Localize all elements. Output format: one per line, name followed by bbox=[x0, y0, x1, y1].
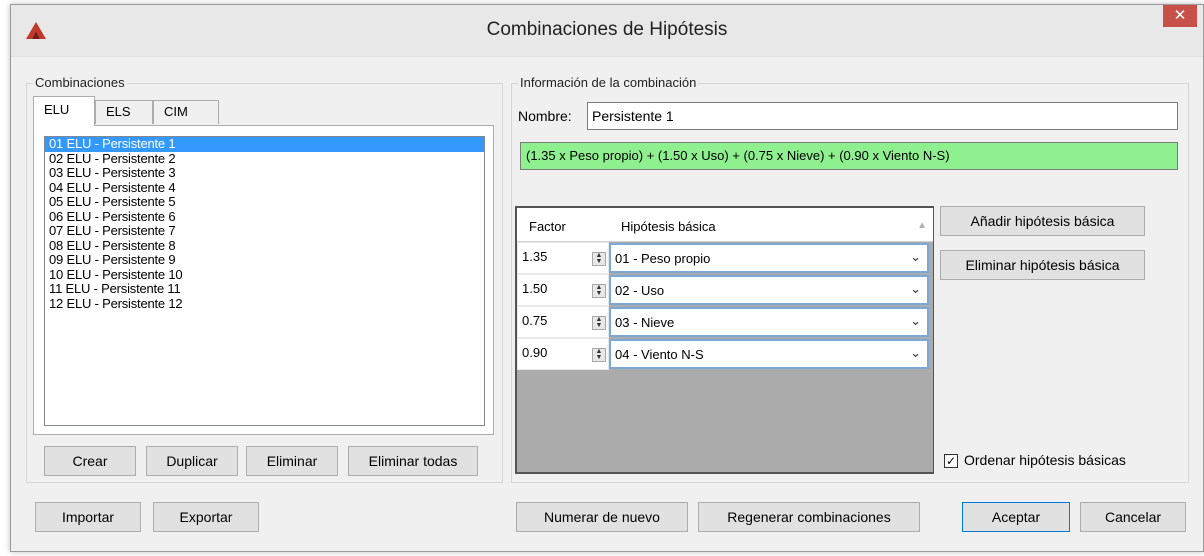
info-group-label: Información de la combinación bbox=[518, 75, 699, 90]
list-item[interactable]: 01 ELU - Persistente 1 bbox=[45, 137, 484, 152]
factor-cell[interactable]: 1.35 ▲ ▼ bbox=[517, 242, 609, 274]
list-item[interactable]: 04 ELU - Persistente 4 bbox=[45, 180, 484, 196]
spinner-icon[interactable]: ▲ ▼ bbox=[592, 316, 606, 330]
chevron-down-icon[interactable]: ⌄ bbox=[910, 249, 921, 265]
list-item[interactable]: 07 ELU - Persistente 7 bbox=[45, 224, 484, 239]
grid-header: Factor Hipótesis básica ▲ bbox=[517, 208, 933, 242]
factor-value[interactable]: 0.90 bbox=[522, 345, 547, 360]
eliminar-button[interactable]: Eliminar bbox=[246, 446, 338, 476]
combinaciones-group-label: Combinaciones bbox=[33, 75, 127, 90]
factor-cell[interactable]: 1.50 ▲ ▼ bbox=[517, 274, 609, 306]
list-item[interactable]: 10 ELU - Persistente 10 bbox=[45, 267, 484, 283]
list-item[interactable]: 03 ELU - Persistente 3 bbox=[45, 166, 484, 181]
title-bar: Combinaciones de Hipótesis ✕ bbox=[11, 5, 1203, 57]
list-item[interactable]: 11 ELU - Persistente 11 bbox=[45, 282, 484, 297]
grid-row: 1.35 ▲ ▼ 01 - Peso propio ⌄ bbox=[517, 242, 933, 274]
window-title: Combinaciones de Hipótesis bbox=[486, 19, 728, 40]
eliminar-todas-button[interactable]: Eliminar todas bbox=[348, 446, 478, 476]
check-icon: ✓ bbox=[945, 454, 957, 468]
hipotesis-value: 01 - Peso propio bbox=[615, 251, 711, 266]
list-item[interactable]: 08 ELU - Persistente 8 bbox=[45, 238, 484, 254]
chevron-down-icon[interactable]: ⌄ bbox=[910, 313, 921, 329]
list-item[interactable]: 02 ELU - Persistente 2 bbox=[45, 151, 484, 167]
factor-cell[interactable]: 0.90 ▲ ▼ bbox=[517, 338, 609, 370]
hipotesis-dropdown[interactable]: 01 - Peso propio ⌄ bbox=[609, 243, 929, 273]
tab-elu[interactable]: ELU bbox=[33, 96, 95, 126]
hipotesis-value: 03 - Nieve bbox=[615, 315, 675, 330]
hipotesis-dropdown[interactable]: 04 - Viento N-S ⌄ bbox=[609, 339, 929, 369]
list-item[interactable]: 05 ELU - Persistente 5 bbox=[45, 195, 484, 210]
duplicar-button[interactable]: Duplicar bbox=[146, 446, 238, 476]
factor-cell[interactable]: 0.75 ▲ ▼ bbox=[517, 306, 609, 338]
crear-button[interactable]: Crear bbox=[44, 446, 136, 476]
aceptar-button[interactable]: Aceptar bbox=[962, 502, 1070, 532]
hipotesis-value: 02 - Uso bbox=[615, 283, 665, 298]
ordenar-checkbox[interactable]: ✓ bbox=[944, 454, 958, 468]
spinner-icon[interactable]: ▲ ▼ bbox=[592, 284, 606, 298]
col-header-hipotesis[interactable]: Hipótesis básica bbox=[621, 219, 716, 234]
factor-value[interactable]: 0.75 bbox=[522, 313, 547, 328]
sort-up-icon: ▲ bbox=[917, 220, 927, 231]
ordenar-checkbox-label[interactable]: Ordenar hipótesis básicas bbox=[964, 452, 1126, 468]
formula-display: (1.35 x Peso propio) + (1.50 x Uso) + (0… bbox=[520, 142, 1178, 170]
grid-row: 0.75 ▲ ▼ 03 - Nieve ⌄ bbox=[517, 306, 933, 338]
hipotesis-value: 04 - Viento N-S bbox=[615, 347, 704, 362]
exportar-button[interactable]: Exportar bbox=[153, 502, 259, 532]
chevron-down-icon[interactable]: ⌄ bbox=[910, 345, 921, 361]
anadir-hipotesis-button[interactable]: Añadir hipótesis básica bbox=[940, 206, 1145, 236]
close-button[interactable]: ✕ bbox=[1163, 5, 1197, 27]
list-item[interactable]: 06 ELU - Persistente 6 bbox=[45, 209, 484, 225]
spinner-icon[interactable]: ▲ ▼ bbox=[592, 348, 606, 362]
tab-cim[interactable]: CIM bbox=[153, 100, 219, 124]
hipotesis-dropdown[interactable]: 03 - Nieve ⌄ bbox=[609, 307, 929, 337]
col-header-factor[interactable]: Factor bbox=[529, 219, 566, 234]
importar-button[interactable]: Importar bbox=[35, 502, 141, 532]
grid-row: 0.90 ▲ ▼ 04 - Viento N-S ⌄ bbox=[517, 338, 933, 370]
hipotesis-dropdown[interactable]: 02 - Uso ⌄ bbox=[609, 275, 929, 305]
factor-value[interactable]: 1.35 bbox=[522, 249, 547, 264]
factor-value[interactable]: 1.50 bbox=[522, 281, 547, 296]
list-item[interactable]: 12 ELU - Persistente 12 bbox=[45, 296, 484, 312]
combinaciones-list[interactable]: 01 ELU - Persistente 1 02 ELU - Persisten… bbox=[44, 136, 485, 426]
list-item[interactable]: 09 ELU - Persistente 9 bbox=[45, 253, 484, 268]
grid-row: 1.50 ▲ ▼ 02 - Uso ⌄ bbox=[517, 274, 933, 306]
tab-panel-elu: 01 ELU - Persistente 1 02 ELU - Persisten… bbox=[33, 125, 494, 435]
tab-els[interactable]: ELS bbox=[95, 100, 153, 124]
eliminar-hipotesis-button[interactable]: Eliminar hipótesis básica bbox=[940, 250, 1145, 280]
close-icon: ✕ bbox=[1173, 7, 1187, 24]
cancelar-button[interactable]: Cancelar bbox=[1080, 502, 1186, 532]
regenerar-button[interactable]: Regenerar combinaciones bbox=[698, 502, 920, 532]
hipotesis-grid[interactable]: Factor Hipótesis básica ▲ 1.35 ▲ ▼ 01 - Pes… bbox=[515, 206, 934, 474]
spinner-icon[interactable]: ▲ ▼ bbox=[592, 252, 606, 266]
chevron-down-icon[interactable]: ⌄ bbox=[910, 281, 921, 297]
nombre-label: Nombre: bbox=[518, 108, 572, 124]
nombre-input[interactable]: Persistente 1 bbox=[587, 102, 1178, 130]
numerar-button[interactable]: Numerar de nuevo bbox=[516, 502, 688, 532]
